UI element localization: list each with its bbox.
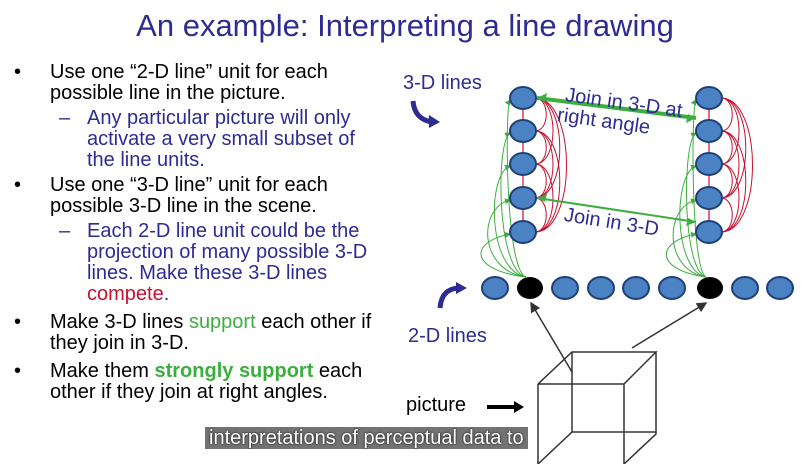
3d-line-unit bbox=[509, 220, 537, 244]
label-3d-lines: 3-D lines bbox=[403, 72, 482, 94]
2d-line-unit bbox=[658, 276, 686, 300]
3d-line-unit bbox=[509, 119, 537, 143]
slide-title: An example: Interpreting a line drawing bbox=[136, 8, 674, 43]
3d-line-unit bbox=[695, 220, 723, 244]
curved-arrow-icon bbox=[437, 285, 459, 309]
bullet-marker: • bbox=[14, 311, 22, 333]
bullet-list: • Use one “2-D line” unit for each possi… bbox=[14, 62, 384, 403]
3d-line-unit bbox=[695, 86, 723, 110]
2d-line-unit-active bbox=[517, 277, 543, 299]
video-subtitle: interpretations of perceptual data to bbox=[205, 427, 528, 449]
2d-line-row bbox=[481, 276, 794, 300]
3d-line-unit bbox=[695, 119, 723, 143]
picture-to-2d-arrow bbox=[530, 301, 573, 373]
bullet-2d-units: • Use one “2-D line” unit for each possi… bbox=[14, 62, 384, 104]
cube-picture bbox=[537, 351, 658, 464]
period: . bbox=[163, 283, 170, 305]
strongly-support-word: strongly support bbox=[154, 360, 314, 382]
sub-bullet-text: Any particular picture will only activat… bbox=[87, 107, 355, 171]
dash-marker: – bbox=[59, 107, 71, 129]
picture-to-2d-arrow bbox=[631, 302, 708, 349]
sub-bullet-compete: – Each 2-D line unit could be the projec… bbox=[14, 221, 384, 305]
arrowhead-icon bbox=[514, 401, 524, 413]
3d-line-unit bbox=[509, 152, 537, 176]
2d-line-unit bbox=[766, 276, 794, 300]
support-word: support bbox=[188, 311, 256, 333]
arrowhead-icon bbox=[429, 115, 440, 128]
dash-marker: – bbox=[59, 220, 71, 242]
2d-line-unit bbox=[481, 276, 509, 300]
bullet-text: Use one “2-D line” unit for each possibl… bbox=[50, 61, 328, 104]
bullet-marker: • bbox=[14, 61, 22, 83]
compete-word: compete bbox=[87, 283, 164, 305]
2d-line-unit bbox=[587, 276, 615, 300]
bullet-text: Make them bbox=[50, 360, 155, 382]
bullet-marker: • bbox=[14, 174, 22, 196]
3d-line-unit bbox=[509, 186, 537, 210]
label-picture: picture bbox=[406, 394, 467, 416]
sub-bullet-activate-subset: – Any particular picture will only activ… bbox=[14, 108, 384, 171]
2d-line-unit bbox=[731, 276, 759, 300]
arrowhead-icon bbox=[456, 282, 467, 294]
bullet-marker: • bbox=[14, 360, 22, 382]
3d-line-unit bbox=[509, 86, 537, 110]
bullet-strong-support: • Make them strongly support each other … bbox=[14, 361, 384, 403]
bullet-support: • Make 3-D lines support each other if t… bbox=[14, 312, 384, 354]
sub-bullet-text: Each 2-D line unit could be the projecti… bbox=[87, 220, 368, 284]
3d-line-unit bbox=[695, 186, 723, 210]
2d-line-unit bbox=[551, 276, 579, 300]
3d-line-unit bbox=[695, 152, 723, 176]
2d-line-unit-active bbox=[697, 277, 723, 299]
label-2d-lines: 2-D lines bbox=[408, 325, 487, 347]
2d-line-unit bbox=[622, 276, 650, 300]
bullet-3d-units: • Use one “3-D line” unit for each possi… bbox=[14, 175, 384, 217]
bullet-text: Make 3-D lines bbox=[50, 311, 189, 333]
bullet-text: Use one “3-D line” unit for each possibl… bbox=[50, 174, 328, 217]
